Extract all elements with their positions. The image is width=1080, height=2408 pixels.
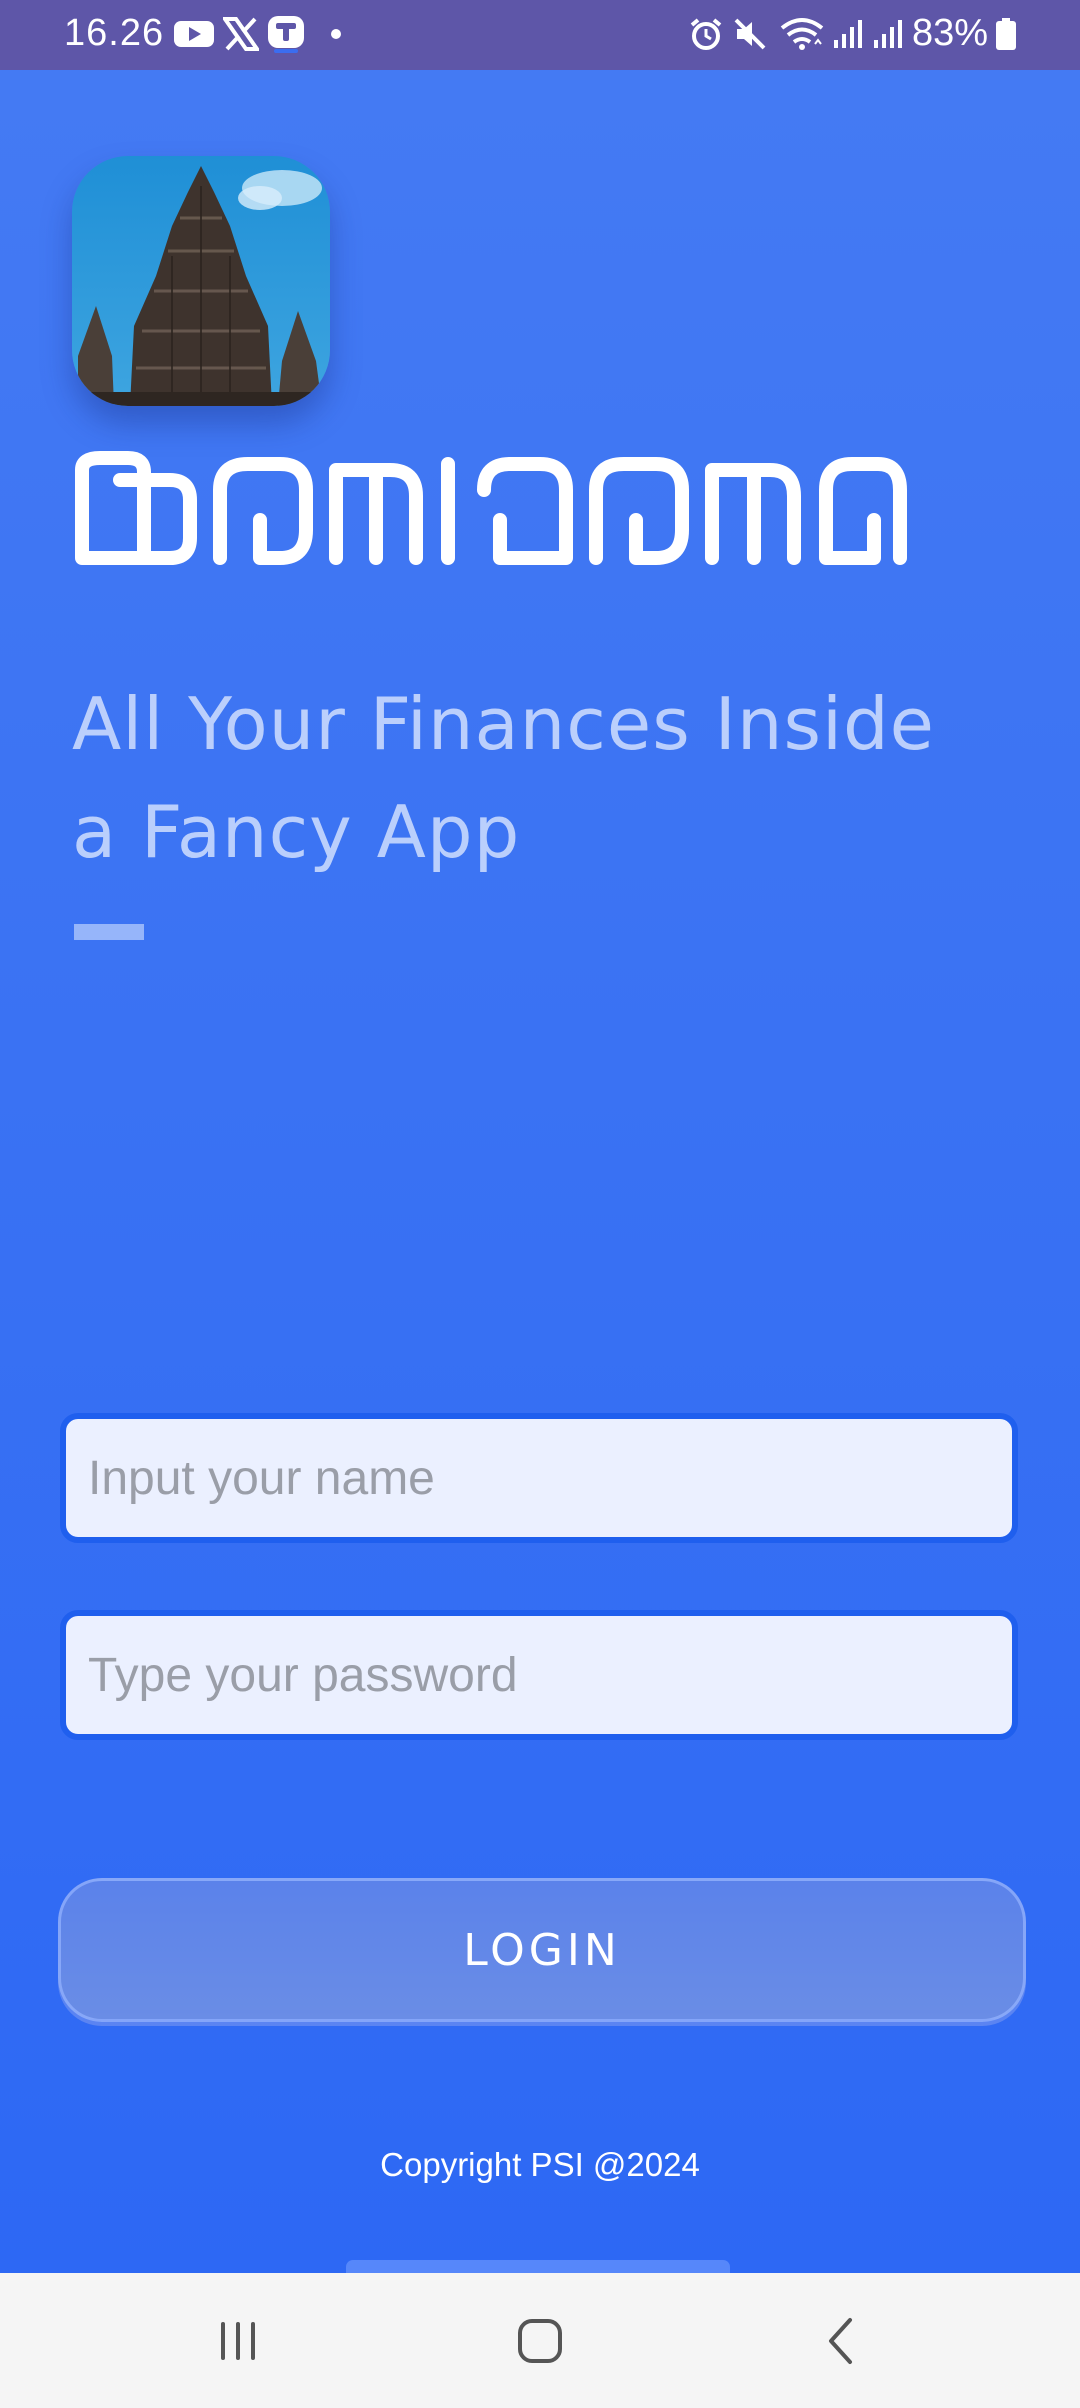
wifi-icon	[778, 14, 826, 54]
battery-icon	[994, 14, 1018, 54]
tagline-line-1: All Your Finances Inside	[72, 682, 935, 766]
back-button[interactable]	[782, 2303, 902, 2383]
tagline-line-2: a Fancy App	[72, 790, 521, 874]
copyright-text: Copyright PSI @2024	[380, 2146, 700, 2183]
login-button[interactable]: LOGIN	[58, 1878, 1026, 2022]
app-notification-icon	[266, 14, 306, 54]
recents-icon	[213, 2316, 263, 2370]
signal-icon	[830, 14, 864, 54]
alarm-icon	[688, 14, 724, 54]
recents-button[interactable]	[178, 2303, 298, 2383]
mute-icon	[732, 14, 768, 54]
back-icon	[817, 2316, 867, 2370]
home-button[interactable]	[480, 2303, 600, 2383]
system-nav-bar	[0, 2273, 1080, 2408]
youtube-icon	[174, 14, 214, 54]
tagline-divider	[74, 924, 144, 940]
brand-script-logo	[75, 451, 907, 565]
x-icon	[222, 14, 260, 54]
login-button-label: LOGIN	[463, 1924, 621, 1976]
status-bar: 16.26 83%	[0, 0, 1080, 70]
bottom-sheet-handle	[346, 2260, 730, 2273]
battery-percentage: 83%	[911, 12, 988, 54]
temple-logo	[72, 156, 330, 406]
tagline: All Your Finances Inside a Fancy App	[72, 670, 1052, 886]
status-time: 16.26	[64, 12, 165, 54]
name-input[interactable]	[60, 1413, 1018, 1543]
dot-icon	[326, 14, 346, 54]
home-icon	[515, 2316, 565, 2370]
password-input[interactable]	[60, 1610, 1018, 1740]
signal-icon	[870, 14, 904, 54]
login-screen: All Your Finances Inside a Fancy App LOG…	[0, 70, 1080, 2273]
